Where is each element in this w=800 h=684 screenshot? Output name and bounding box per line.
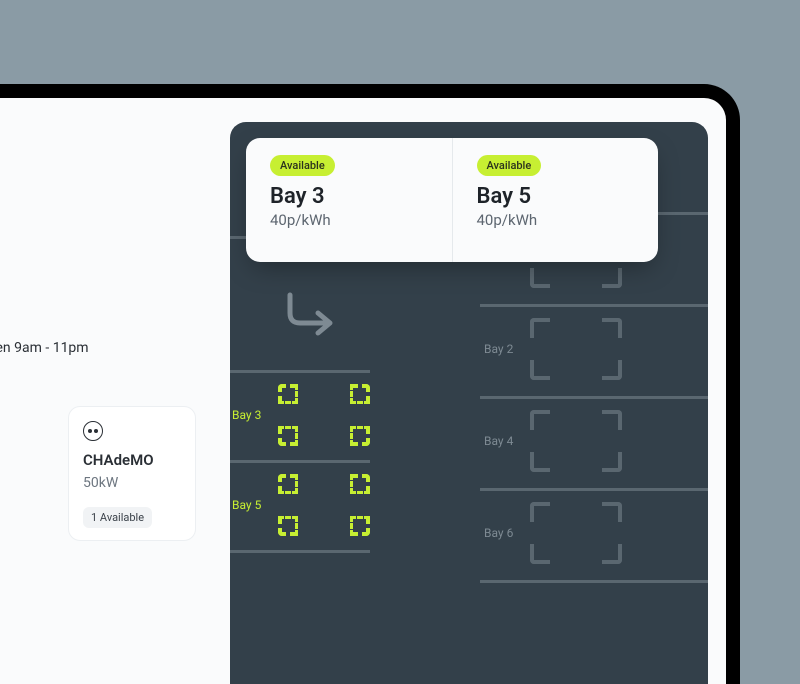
slot-bracket xyxy=(602,544,622,564)
slot-bracket xyxy=(530,268,550,288)
status-badge: Available xyxy=(270,155,335,176)
parking-slot-bay2[interactable]: Bay 2 xyxy=(530,318,622,380)
device-frame: Park, Open 9am - 11pm CHAdeMO 50kW 1 Ava… xyxy=(0,84,740,684)
parking-slot-bay6[interactable]: Bay 6 xyxy=(530,502,622,564)
direction-arrow-icon xyxy=(284,289,344,337)
status-badge: Available xyxy=(477,155,542,176)
slot-bracket xyxy=(602,268,622,288)
callout-bay-name: Bay 5 xyxy=(477,184,635,209)
slot-bracket xyxy=(530,360,550,380)
lane-line xyxy=(230,460,370,463)
slot-label: Bay 6 xyxy=(484,526,513,540)
opening-hours-row: Open 9am - 11pm xyxy=(0,340,212,356)
slot-bracket xyxy=(278,516,298,536)
connector-power: 50kW xyxy=(83,475,181,491)
lane-line xyxy=(480,580,708,583)
callout-bay-rate: 40p/kWh xyxy=(270,211,428,229)
slot-bracket xyxy=(602,452,622,472)
slot-bracket xyxy=(278,474,298,494)
slot-bracket xyxy=(350,474,370,494)
connector-name: CHAdeMO xyxy=(83,451,181,469)
slot-bracket xyxy=(530,544,550,564)
slot-bracket xyxy=(278,426,298,446)
available-bays-callout: Available Bay 3 40p/kWh Available Bay 5 … xyxy=(246,138,658,262)
slot-bracket xyxy=(602,502,622,522)
parking-slot-bay4[interactable]: Bay 4 xyxy=(530,410,622,472)
callout-bay-5[interactable]: Available Bay 5 40p/kWh xyxy=(452,138,659,262)
slot-bracket xyxy=(602,410,622,430)
slot-bracket xyxy=(350,426,370,446)
lane-line xyxy=(480,488,708,491)
connector-availability-badge: 1 Available xyxy=(83,507,152,528)
slot-label: Bay 5 xyxy=(232,498,261,512)
opening-hours-text: Open 9am - 11pm xyxy=(0,340,89,356)
location-address: Park, xyxy=(0,282,212,298)
screen: Park, Open 9am - 11pm CHAdeMO 50kW 1 Ava… xyxy=(0,98,726,684)
slot-bracket xyxy=(278,384,298,404)
lane-line xyxy=(480,396,708,399)
slot-bracket xyxy=(530,318,550,338)
callout-bay-3[interactable]: Available Bay 3 40p/kWh xyxy=(246,138,452,262)
slot-label: Bay 3 xyxy=(232,408,261,422)
slot-bracket xyxy=(530,452,550,472)
slot-bracket xyxy=(530,502,550,522)
connector-cards: CHAdeMO 50kW 1 Available xyxy=(0,406,212,541)
lane-line xyxy=(230,370,370,373)
callout-bay-name: Bay 3 xyxy=(270,184,428,209)
slot-bracket xyxy=(602,360,622,380)
slot-bracket xyxy=(350,516,370,536)
lane-line xyxy=(230,550,370,553)
connector-card-chademo[interactable]: CHAdeMO 50kW 1 Available xyxy=(68,406,196,541)
lane-line xyxy=(480,304,708,307)
location-info-panel: Park, Open 9am - 11pm CHAdeMO 50kW 1 Ava… xyxy=(0,98,230,684)
chademo-icon xyxy=(83,421,103,441)
slot-bracket xyxy=(350,384,370,404)
slot-bracket xyxy=(530,410,550,430)
callout-bay-rate: 40p/kWh xyxy=(477,211,635,229)
slot-bracket xyxy=(602,318,622,338)
parking-slot-bay3[interactable]: Bay 3 xyxy=(278,384,370,446)
parking-slot-bay5[interactable]: Bay 5 xyxy=(278,474,370,536)
slot-label: Bay 2 xyxy=(484,342,513,356)
slot-label: Bay 4 xyxy=(484,434,513,448)
